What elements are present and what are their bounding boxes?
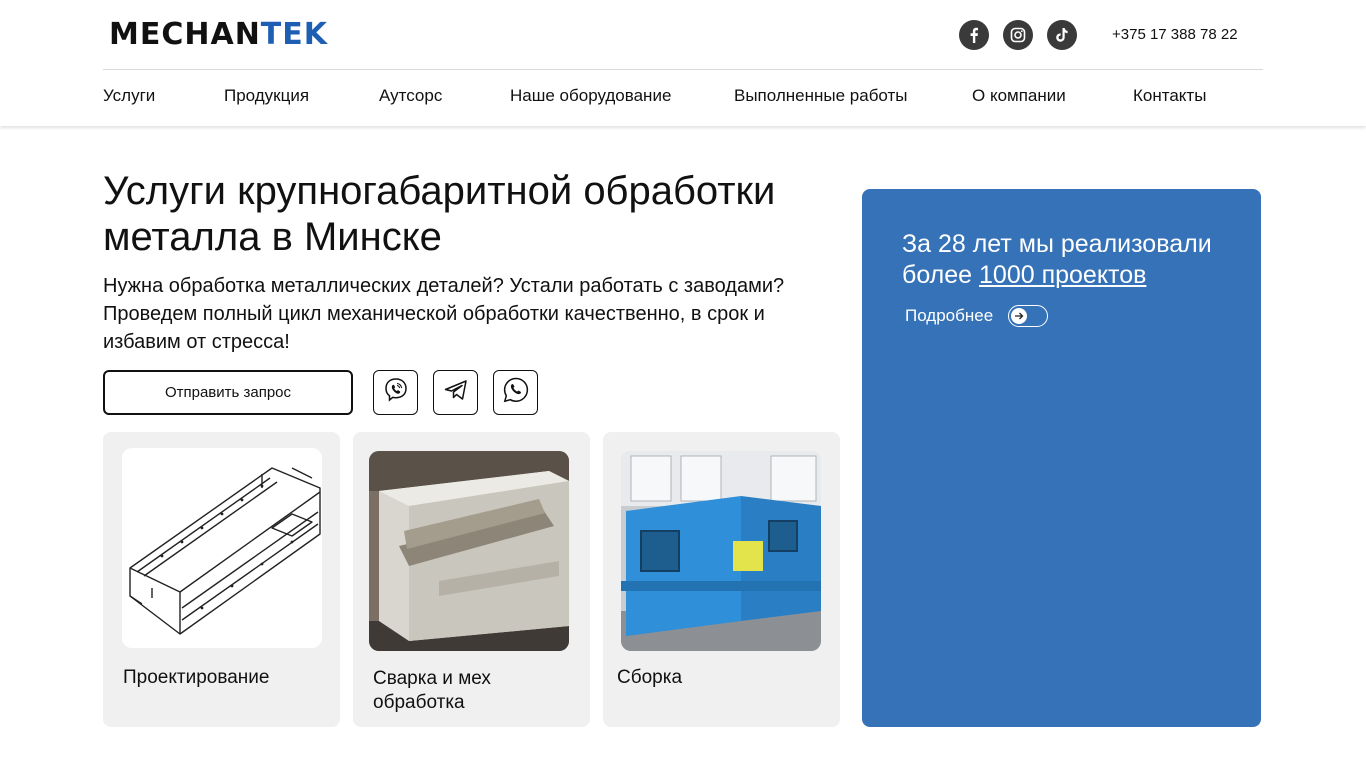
phone-number[interactable]: +375 17 388 78 22 <box>1112 26 1238 43</box>
service-card-engineering[interactable]: Проектирование <box>103 432 340 727</box>
arrow-right-icon <box>1011 307 1028 324</box>
welded-frame-photo <box>369 451 569 651</box>
nav-item-completed-works[interactable]: Выполненные работы <box>734 86 908 106</box>
send-request-button[interactable]: Отправить запрос <box>103 370 353 415</box>
instagram-icon[interactable] <box>1003 20 1033 50</box>
tiktok-icon[interactable] <box>1047 20 1077 50</box>
nav-item-products[interactable]: Продукция <box>224 86 309 106</box>
facebook-icon[interactable] <box>959 20 989 50</box>
engineering-drawing-image <box>122 448 322 648</box>
promo-text: За 28 лет мы реализовали более 1000 прое… <box>902 229 1242 291</box>
service-card-welding[interactable]: Сварка и мех обработка <box>353 432 590 727</box>
viber-icon <box>382 376 410 409</box>
hero-subtitle: Нужна обработка металлических деталей? У… <box>103 275 785 353</box>
projects-link[interactable]: 1000 проектов <box>979 261 1146 289</box>
viber-button[interactable] <box>373 370 418 415</box>
logo-part-1: MECHAN <box>109 17 261 52</box>
more-toggle[interactable] <box>1008 305 1049 327</box>
logo-part-2: TEK <box>260 17 329 52</box>
nav-item-services[interactable]: Услуги <box>103 86 155 106</box>
more-link[interactable]: Подробнее <box>905 305 1049 327</box>
service-card-assembly[interactable]: Сборка <box>603 432 840 727</box>
whatsapp-button[interactable] <box>493 370 538 415</box>
card-label-welding: Сварка и мех обработка <box>373 668 491 713</box>
telegram-button[interactable] <box>433 370 478 415</box>
header-divider <box>103 69 1263 70</box>
card-label-assembly: Сборка <box>617 667 683 688</box>
whatsapp-icon <box>501 375 531 410</box>
nav-item-equipment[interactable]: Наше оборудование <box>510 86 671 106</box>
promo-panel: За 28 лет мы реализовали более 1000 прое… <box>862 189 1261 727</box>
nav-item-outsourcing[interactable]: Аутсорс <box>379 86 442 106</box>
nav-item-contacts[interactable]: Контакты <box>1133 86 1206 106</box>
assembled-machine-photo <box>621 451 821 651</box>
telegram-icon <box>442 376 470 409</box>
more-label: Подробнее <box>905 306 994 325</box>
nav-item-about[interactable]: О компании <box>972 86 1066 106</box>
page-title: Услуги крупногабаритной обработки металл… <box>103 169 776 259</box>
site-header: MECHANTEK +375 17 388 78 22 Услуги Проду… <box>0 0 1366 126</box>
social-links <box>959 20 1077 50</box>
logo[interactable]: MECHANTEK <box>109 20 328 50</box>
card-label-engineering: Проектирование <box>123 667 270 688</box>
